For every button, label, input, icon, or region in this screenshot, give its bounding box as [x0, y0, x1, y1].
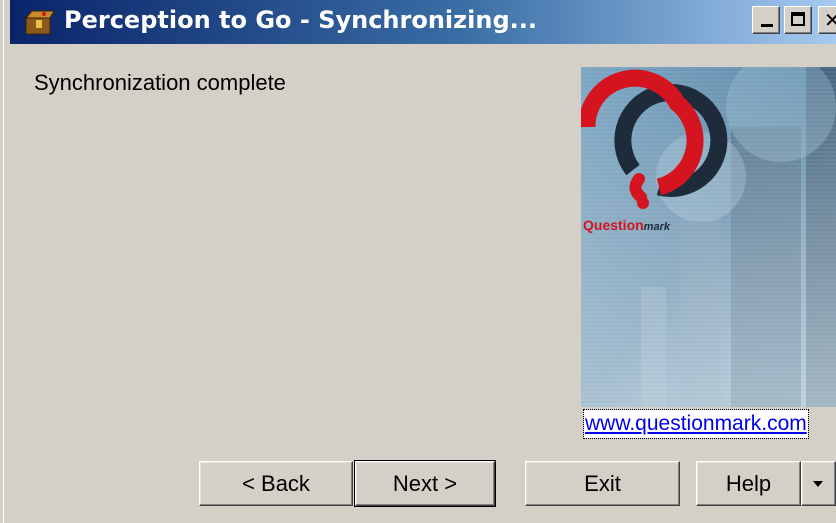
window-left-edge [0, 0, 4, 523]
chevron-down-icon [813, 481, 823, 487]
window-title: Perception to Go - Synchronizing... [64, 6, 537, 34]
back-button[interactable]: < Back [199, 461, 353, 506]
maximize-icon [791, 12, 805, 26]
banner-image: Questionmark [581, 67, 836, 407]
status-message: Synchronization complete [34, 70, 286, 95]
minimize-button[interactable] [752, 6, 780, 34]
help-dropdown-button[interactable] [801, 461, 836, 506]
next-button[interactable]: Next > [354, 460, 496, 507]
minimize-icon [761, 24, 773, 27]
wizard-window: Perception to Go - Synchronizing... ✕ Sy… [0, 0, 836, 523]
app-box-icon [24, 10, 54, 35]
exit-button[interactable]: Exit [525, 461, 680, 506]
questionmark-banner: Questionmark [581, 67, 836, 407]
title-bar[interactable]: Perception to Go - Synchronizing... ✕ [10, 0, 836, 44]
website-link[interactable]: www.questionmark.com [583, 409, 809, 439]
help-button[interactable]: Help [696, 461, 801, 506]
maximize-button[interactable] [784, 6, 812, 34]
close-button[interactable]: ✕ [818, 6, 836, 34]
close-icon: ✕ [824, 8, 836, 32]
